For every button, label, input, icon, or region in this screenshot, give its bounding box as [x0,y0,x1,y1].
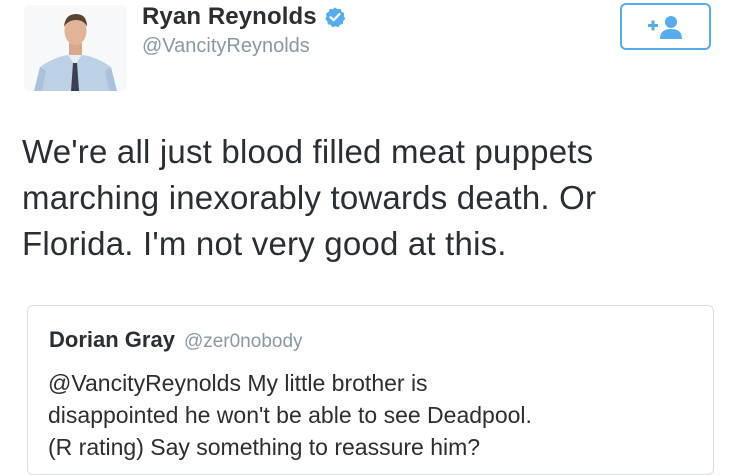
avatar[interactable] [24,5,127,91]
tweet-text-line: marching inexorably towards death. Or [22,179,597,216]
verified-badge-icon [324,7,345,28]
quoted-tweet-text: @VancityReynolds My little brother is di… [48,367,708,463]
quoted-tweet-text-line: @VancityReynolds My little brother is [48,370,428,396]
author-handle[interactable]: @VancityReynolds [142,35,310,58]
author-name-row: Ryan Reynolds [142,1,346,33]
tweet-text: We're all just blood filled meat puppets… [22,129,722,267]
tweet-text-line: Florida. I'm not very good at this. [22,225,507,262]
quoted-tweet-header: Dorian Gray @zer0nobody [49,327,303,353]
quoted-author-handle[interactable]: @zer0nobody [184,331,303,353]
tweet: Ryan Reynolds @VancityReynolds We're all… [0,0,738,475]
quoted-tweet-card[interactable]: Dorian Gray @zer0nobody @VancityReynolds… [27,305,714,475]
follow-button[interactable] [620,3,711,50]
follow-user-icon [647,15,682,39]
quoted-tweet-text-line: (R rating) Say something to reassure him… [48,434,481,460]
profile-photo-icon [24,5,127,91]
quoted-author-name[interactable]: Dorian Gray [49,327,175,353]
author-display-name[interactable]: Ryan Reynolds [142,3,317,31]
quoted-tweet-text-line: disappointed he won't be able to see Dea… [48,402,532,428]
tweet-text-line: We're all just blood filled meat puppets [22,133,594,170]
